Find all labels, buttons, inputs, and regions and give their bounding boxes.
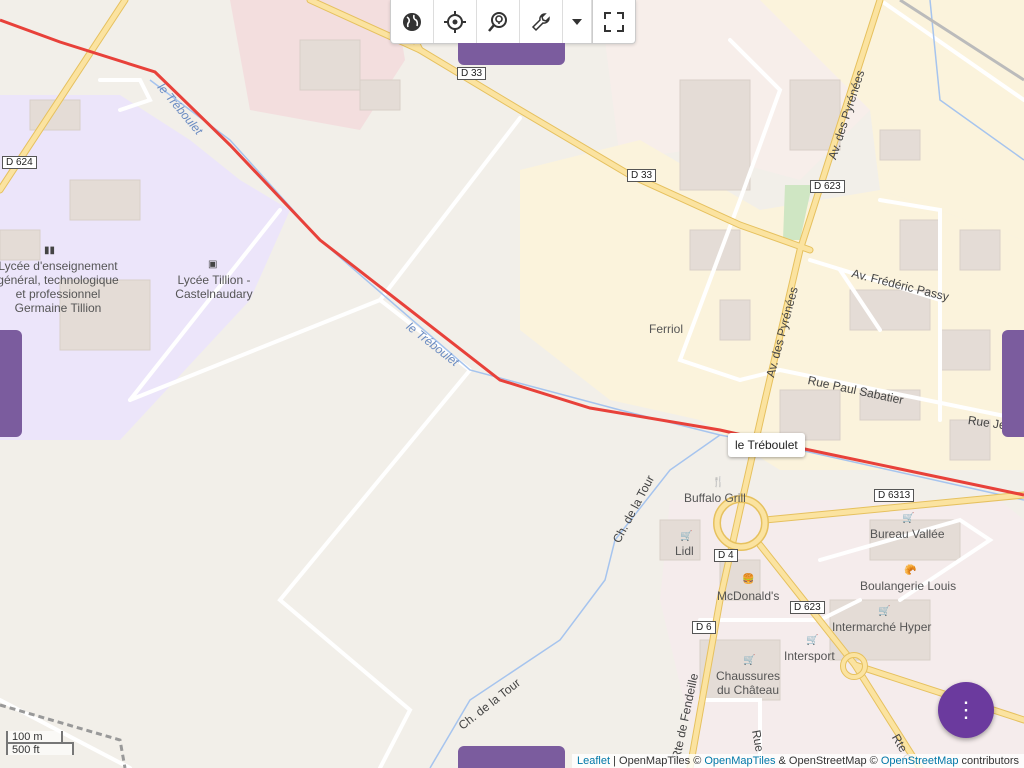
more-options-button[interactable]: ⋮: [938, 682, 994, 738]
poi-lycee[interactable]: Lycée d'enseignement général, technologi…: [0, 259, 120, 315]
attribution: Leaflet | OpenMapTiles © OpenMapTiles & …: [572, 754, 1024, 768]
restaurant-icon: 🍴: [712, 477, 725, 488]
locate-icon: [444, 10, 466, 33]
fast-food-icon: 🍔: [742, 574, 755, 585]
map-toolbar: [390, 0, 636, 44]
poi-label: Lycée Tillion -: [177, 273, 251, 287]
poi-label: et professionnel: [15, 287, 101, 301]
globe-icon: [403, 12, 421, 31]
road-shield: D 623: [790, 601, 825, 614]
fullscreen-button[interactable]: [592, 0, 635, 43]
shop-icon: 🛒: [806, 635, 819, 646]
road-shield: D 33: [627, 169, 657, 182]
openmaptiles-link[interactable]: OpenMapTiles: [704, 755, 775, 767]
globe-button[interactable]: [391, 0, 434, 43]
more-vertical-icon: ⋮: [955, 697, 977, 722]
leaflet-link[interactable]: Leaflet: [577, 755, 610, 767]
map-tiles: [0, 0, 1024, 768]
tools-button[interactable]: [520, 0, 563, 43]
top-panel-tab[interactable]: [458, 43, 565, 65]
bottom-panel-tab[interactable]: [458, 746, 565, 768]
right-panel-tab[interactable]: [1002, 330, 1024, 437]
shop-icon: 🛒: [743, 655, 756, 666]
poi-label: du Château: [716, 683, 780, 697]
poi-chaussures[interactable]: Chaussures du Château: [713, 669, 783, 697]
poi-label: Chaussures: [715, 669, 781, 683]
road-shield: D 624: [2, 156, 37, 169]
poi-label: Lycée d'enseignement: [0, 259, 118, 273]
map-canvas[interactable]: D 624 D 33 D 33 D 623 D 623 D 6313 D 4 D…: [0, 0, 1024, 768]
school-icon: ▮▮: [44, 245, 56, 256]
poi-boulangerie[interactable]: Boulangerie Louis: [860, 579, 956, 593]
poi-label: général, technologique: [0, 273, 119, 287]
poi-intermarche[interactable]: Intermarché Hyper: [832, 620, 931, 634]
road-shield: D 6: [692, 621, 716, 634]
place-ferriol: Ferriol: [649, 322, 684, 336]
search-location-icon: [488, 11, 507, 32]
bakery-icon: 🥐: [904, 565, 917, 576]
shop-icon: 🛒: [680, 531, 693, 542]
tools-dropdown-button[interactable]: [563, 0, 592, 43]
road-shield: D 33: [457, 67, 487, 80]
search-location-button[interactable]: [477, 0, 520, 43]
road-shield: D 6313: [874, 489, 915, 502]
poi-label: Germaine Tillion: [14, 301, 102, 315]
left-panel-tab[interactable]: [0, 330, 22, 437]
shop-icon: 🛒: [902, 513, 915, 524]
poi-bus-stop[interactable]: Lycée Tillion - Castelnaudary: [170, 273, 258, 301]
bus-stop-icon: ▣: [208, 259, 218, 270]
road-shield: D 623: [810, 180, 845, 193]
attribution-text: & OpenStreetMap ©: [775, 755, 881, 767]
poi-mcdonalds[interactable]: McDonald's: [717, 589, 779, 603]
openstreetmap-link[interactable]: OpenStreetMap: [881, 755, 959, 767]
waterway-tooltip: le Tréboulet: [728, 433, 805, 457]
poi-bureau-vallee[interactable]: Bureau Vallée: [870, 527, 945, 541]
road-shield: D 4: [714, 549, 738, 562]
poi-label: Castelnaudary: [175, 287, 253, 301]
wrench-icon: [531, 12, 550, 31]
attribution-text: | OpenMapTiles ©: [610, 755, 705, 767]
poi-lidl[interactable]: Lidl: [675, 544, 694, 558]
fullscreen-icon: [604, 11, 624, 32]
scale-control: 100 m 500 ft: [6, 731, 74, 756]
locate-button[interactable]: [434, 0, 477, 43]
poi-buffalo-grill[interactable]: Buffalo Grill: [684, 491, 746, 505]
poi-intersport[interactable]: Intersport: [784, 649, 835, 663]
attribution-text: contributors: [958, 755, 1019, 767]
shop-icon: 🛒: [878, 606, 891, 617]
caret-down-icon: [572, 18, 582, 25]
